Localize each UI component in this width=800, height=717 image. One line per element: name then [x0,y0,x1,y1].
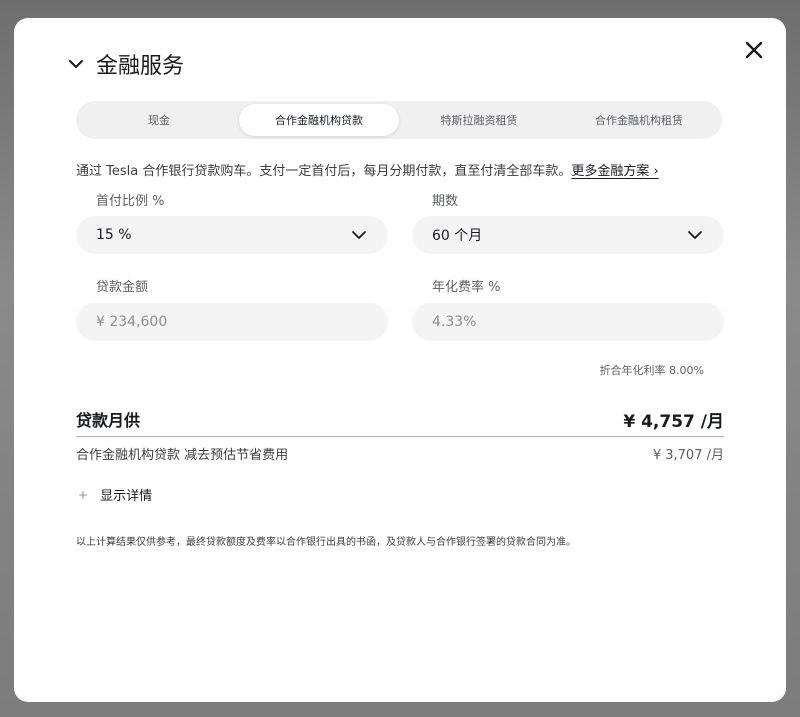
chevron-down-icon [688,231,702,239]
show-details-label: 显示详情 [100,489,153,504]
description-text: 通过 Tesla 合作银行贷款购车。支付一定首付后，每月分期付款，直至付清全部车… [76,164,572,179]
chevron-down-icon [352,231,366,239]
tab-partner-lease[interactable]: 合作金融机构租赁 [559,104,719,136]
more-options-link[interactable]: 更多金融方案 › [571,164,658,179]
page-title: 金融服务 [96,54,185,79]
savings-label: 合作金融机构贷款 减去预估节省费用 [76,447,289,463]
close-icon [745,41,763,59]
monthly-payment-row: 贷款月供 ¥ 4,757 /月 [76,406,724,432]
down-payment-label: 首付比例 % [96,194,165,209]
down-payment-value: 15 % [96,227,132,243]
effective-rate: 折合年化利率 8.00% [599,364,704,377]
rate-field: 4.33% [412,303,724,341]
show-details-button[interactable]: + 显示详情 [78,485,153,505]
chevron-down-icon[interactable] [66,54,86,74]
plus-icon: + [78,487,89,502]
monthly-payment-label: 贷款月供 [76,411,141,430]
financing-modal: 金融服务 现金 合作金融机构贷款 特斯拉融资租赁 合作金融机构租赁 通过 Tes… [14,18,786,702]
rate-label: 年化费率 % [432,280,501,295]
financing-tabs: 现金 合作金融机构贷款 特斯拉融资租赁 合作金融机构租赁 [76,101,722,139]
loan-amount-value: ¥ 234,600 [96,314,168,330]
rate-value: 4.33% [432,314,477,330]
loan-amount-label: 贷款金额 [96,280,149,295]
monthly-payment-value: ¥ 4,757 /月 [623,411,724,432]
tab-partner-loan[interactable]: 合作金融机构贷款 [239,104,399,136]
term-label: 期数 [432,194,459,209]
tab-cash[interactable]: 现金 [79,104,239,136]
disclaimer: 以上计算结果仅供参考，最终贷款额度及费率以合作银行出具的书函，及贷款人与合作银行… [76,537,576,548]
divider [76,436,724,437]
savings-row: 合作金融机构贷款 减去预估节省费用 ¥ 3,707 /月 [76,442,724,464]
term-select[interactable]: 60 个月 [412,216,724,254]
close-button[interactable] [742,38,766,62]
modal-header: 金融服务 [66,48,184,80]
term-value: 60 个月 [432,228,483,244]
down-payment-select[interactable]: 15 % [76,216,388,254]
description: 通过 Tesla 合作银行贷款购车。支付一定首付后，每月分期付款，直至付清全部车… [76,160,659,179]
tab-tesla-lease[interactable]: 特斯拉融资租赁 [399,104,559,136]
loan-amount-field: ¥ 234,600 [76,303,388,341]
savings-value: ¥ 3,707 /月 [652,447,724,463]
